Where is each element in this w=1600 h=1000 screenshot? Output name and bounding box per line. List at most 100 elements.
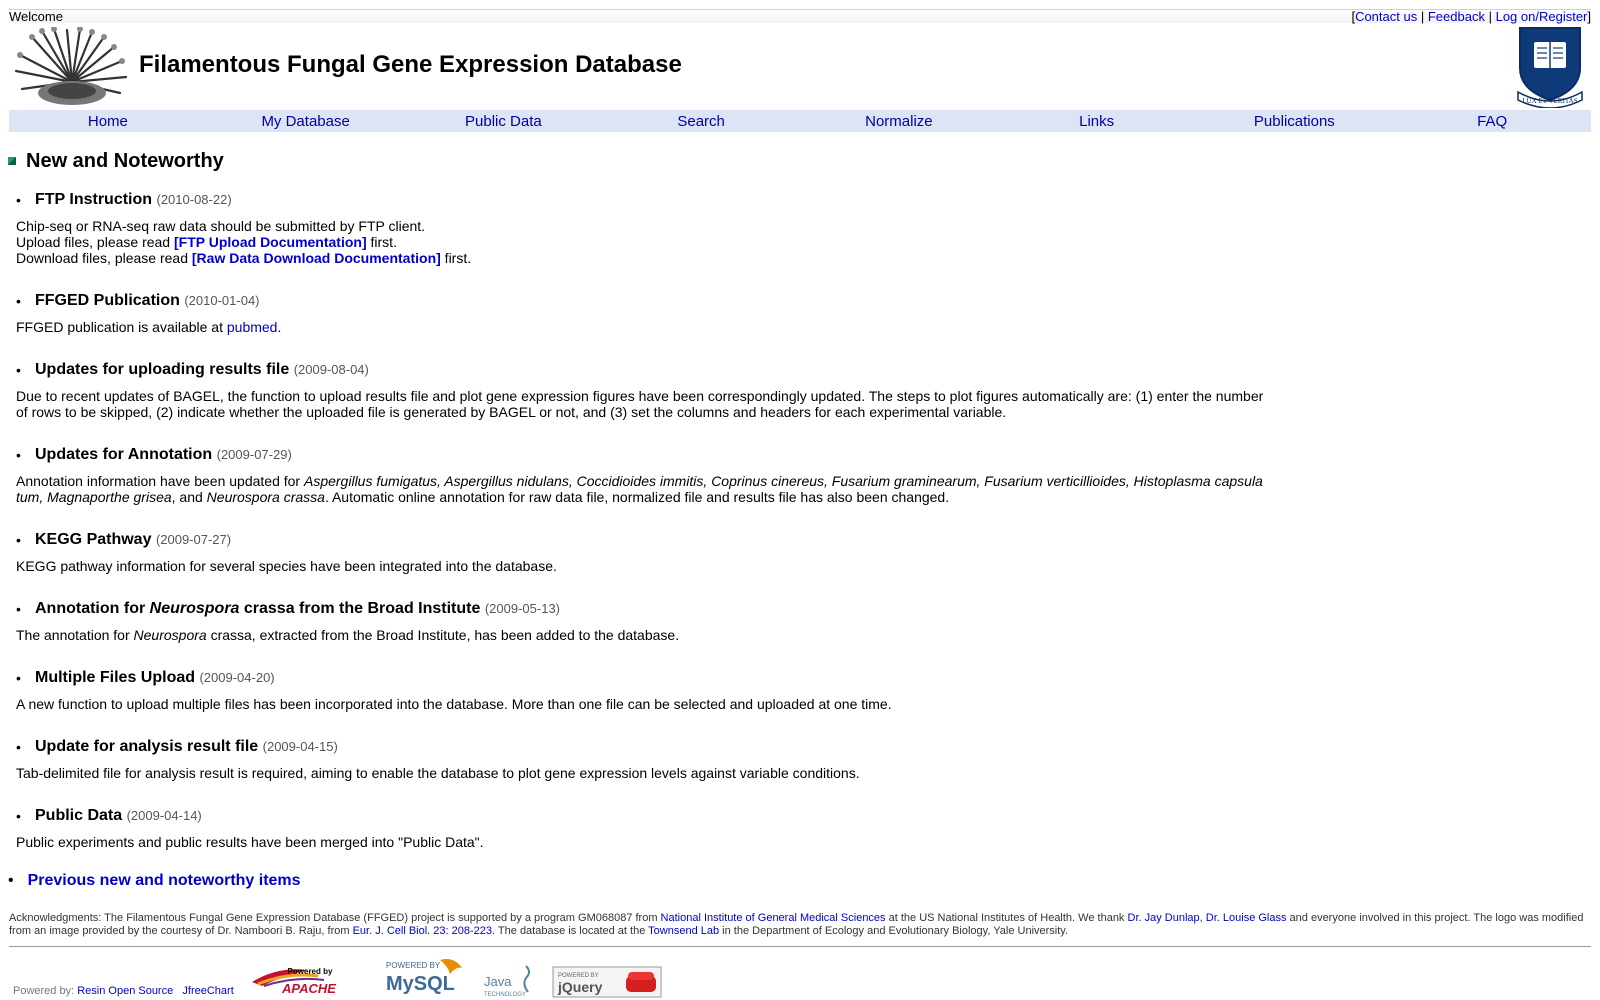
news-text: first. (366, 234, 397, 250)
bracket-close: ] (1587, 9, 1591, 24)
news-text: , and (171, 489, 207, 505)
ack-text: . The database is located at the (492, 925, 649, 937)
news-item: FFGED Publication (2010-01-04) FFGED pub… (16, 291, 1266, 335)
news-date: (2009-04-20) (199, 670, 275, 685)
news-date: (2010-08-22) (156, 192, 232, 207)
news-body: The annotation for Neurospora crassa, ex… (16, 627, 1266, 643)
news-item: KEGG Pathway (2009-07-27) KEGG pathway i… (16, 530, 1266, 574)
java-badge-icon[interactable]: Java TECHNOLOGY (482, 962, 540, 998)
previous-items-row: • Previous new and noteworthy items (8, 872, 301, 890)
news-date: (2009-05-13) (484, 601, 560, 616)
news-text: The annotation for (16, 627, 134, 643)
top-bar: Welcome [Contact us | Feedback | Log on/… (9, 9, 1591, 24)
nav-search[interactable]: Search (602, 113, 800, 130)
ack-text: Acknowledgments: The Filamentous Fungal … (9, 912, 661, 924)
news-body: Chip-seq or RNA-seq raw data should be s… (16, 218, 1266, 266)
news-item: Annotation for Neurospora crassa from th… (16, 599, 1266, 643)
powered-by: Powered by: Resin Open Source JfreeChart (13, 985, 234, 997)
top-links: [Contact us | Feedback | Log on/Register… (1351, 10, 1591, 24)
news-item: Updates for Annotation (2009-07-29) Anno… (16, 445, 1266, 505)
previous-items-link[interactable]: Previous new and noteworthy items (28, 872, 301, 889)
news-title: Updates for Annotation (35, 446, 213, 463)
news-body: Annotation information have been updated… (16, 473, 1266, 505)
apache-small-label: Powered by (288, 967, 333, 976)
news-text: Upload files, please read (16, 234, 174, 250)
jquery-label: jQuery (557, 979, 603, 995)
acknowledgments: Acknowledgments: The Filamentous Fungal … (9, 912, 1591, 947)
feedback-link[interactable]: Feedback (1428, 9, 1485, 24)
news-title: Public Data (35, 807, 123, 824)
news-date: (2009-04-15) (262, 739, 338, 754)
news-body: FFGED publication is available at pubmed… (16, 319, 1266, 335)
news-text: first. (440, 250, 472, 266)
news-text: Download files, please read (16, 250, 192, 266)
news-heading: Updates for Annotation (2009-07-29) (16, 445, 1266, 465)
louise-glass-link[interactable]: Dr. Louise Glass (1206, 912, 1287, 924)
news-heading: Update for analysis result file (2009-04… (16, 737, 1266, 757)
species-name: Neurospora crassa (206, 489, 325, 505)
news-title-italic: Neurospora (149, 600, 240, 617)
news-title: Updates for uploading results file (35, 361, 290, 378)
townsend-lab-link[interactable]: Townsend Lab (648, 925, 719, 937)
news-text: . (277, 319, 282, 335)
news-heading: Multiple Files Upload (2009-04-20) (16, 668, 1266, 688)
jfreechart-link[interactable]: JfreeChart (182, 985, 233, 997)
nav-publications[interactable]: Publications (1196, 113, 1394, 130)
main-nav: Home My Database Public Data Search Norm… (9, 110, 1591, 132)
resin-link[interactable]: Resin Open Source (77, 985, 173, 997)
news-date: (2010-01-04) (184, 293, 260, 308)
news-body: KEGG pathway information for several spe… (16, 558, 557, 574)
news-list: FTP Instruction (2010-08-22) Chip-seq or… (16, 190, 1266, 875)
nav-my-database[interactable]: My Database (207, 113, 405, 130)
species-name: Neurospora (133, 627, 207, 643)
news-title: FFGED Publication (35, 292, 180, 309)
news-heading: Annotation for Neurospora crassa from th… (16, 599, 1266, 619)
news-text: . Automatic online annotation for raw da… (324, 489, 950, 505)
mysql-badge-icon[interactable]: POWERED BY MySQL (384, 954, 470, 998)
nav-public-data[interactable]: Public Data (405, 113, 603, 130)
news-body: Public experiments and public results ha… (16, 834, 484, 850)
site-title: Filamentous Fungal Gene Expression Datab… (139, 51, 682, 78)
news-date: (2009-08-04) (293, 362, 369, 377)
separator: | (1488, 9, 1492, 24)
news-item: Public Data (2009-04-14) Public experime… (16, 806, 1266, 850)
raw-data-download-doc-link[interactable]: [Raw Data Download Documentation] (192, 250, 441, 266)
news-body: Tab-delimited file for analysis result i… (16, 765, 860, 781)
powered-by-label: Powered by: (13, 985, 75, 997)
news-item: Updates for uploading results file (2009… (16, 360, 1266, 420)
news-body: Due to recent updates of BAGEL, the func… (16, 388, 1264, 420)
nav-faq[interactable]: FAQ (1393, 113, 1591, 130)
news-heading: Updates for uploading results file (2009… (16, 360, 1266, 380)
nav-home[interactable]: Home (9, 113, 207, 130)
news-text: crassa, extracted from the Broad Institu… (206, 627, 680, 643)
news-heading: FFGED Publication (2010-01-04) (16, 291, 1266, 311)
news-title: Multiple Files Upload (35, 669, 196, 686)
ack-text: at the US National Institutes of Health.… (885, 912, 1128, 924)
news-heading: Public Data (2009-04-14) (16, 806, 1266, 826)
nav-links[interactable]: Links (998, 113, 1196, 130)
section-title: New and Noteworthy (26, 150, 224, 172)
square-bullet-icon (8, 156, 16, 165)
pubmed-link[interactable]: pubmed (227, 319, 278, 335)
bullet-icon: • (8, 872, 14, 889)
news-date: (2009-04-14) (126, 808, 202, 823)
login-register-link[interactable]: Log on/Register (1496, 9, 1588, 24)
nigms-link[interactable]: National Institute of General Medical Sc… (661, 912, 886, 924)
yale-crest-icon: LUX ET VERITAS (1517, 27, 1583, 108)
news-text: Annotation information have been updated… (16, 473, 304, 489)
apache-label: APACHE (281, 981, 336, 996)
jquery-badge-icon[interactable]: POWERED BY jQuery (552, 966, 662, 998)
news-title: FTP Instruction (35, 191, 153, 208)
apache-badge-icon[interactable]: Powered by APACHE (248, 964, 370, 996)
news-heading: KEGG Pathway (2009-07-27) (16, 530, 1266, 550)
contact-us-link[interactable]: Contact us (1355, 9, 1417, 24)
news-title: Annotation for (35, 600, 150, 617)
jay-dunlap-link[interactable]: Dr. Jay Dunlap (1128, 912, 1200, 924)
news-date: (2009-07-29) (216, 447, 292, 462)
ftp-upload-doc-link[interactable]: [FTP Upload Documentation] (174, 234, 367, 250)
news-item: Update for analysis result file (2009-04… (16, 737, 1266, 781)
java-label: Java (484, 974, 512, 989)
nav-normalize[interactable]: Normalize (800, 113, 998, 130)
citation-link[interactable]: Eur. J. Cell Biol. 23: 208-223 (353, 925, 492, 937)
welcome-text: Welcome (9, 9, 63, 24)
